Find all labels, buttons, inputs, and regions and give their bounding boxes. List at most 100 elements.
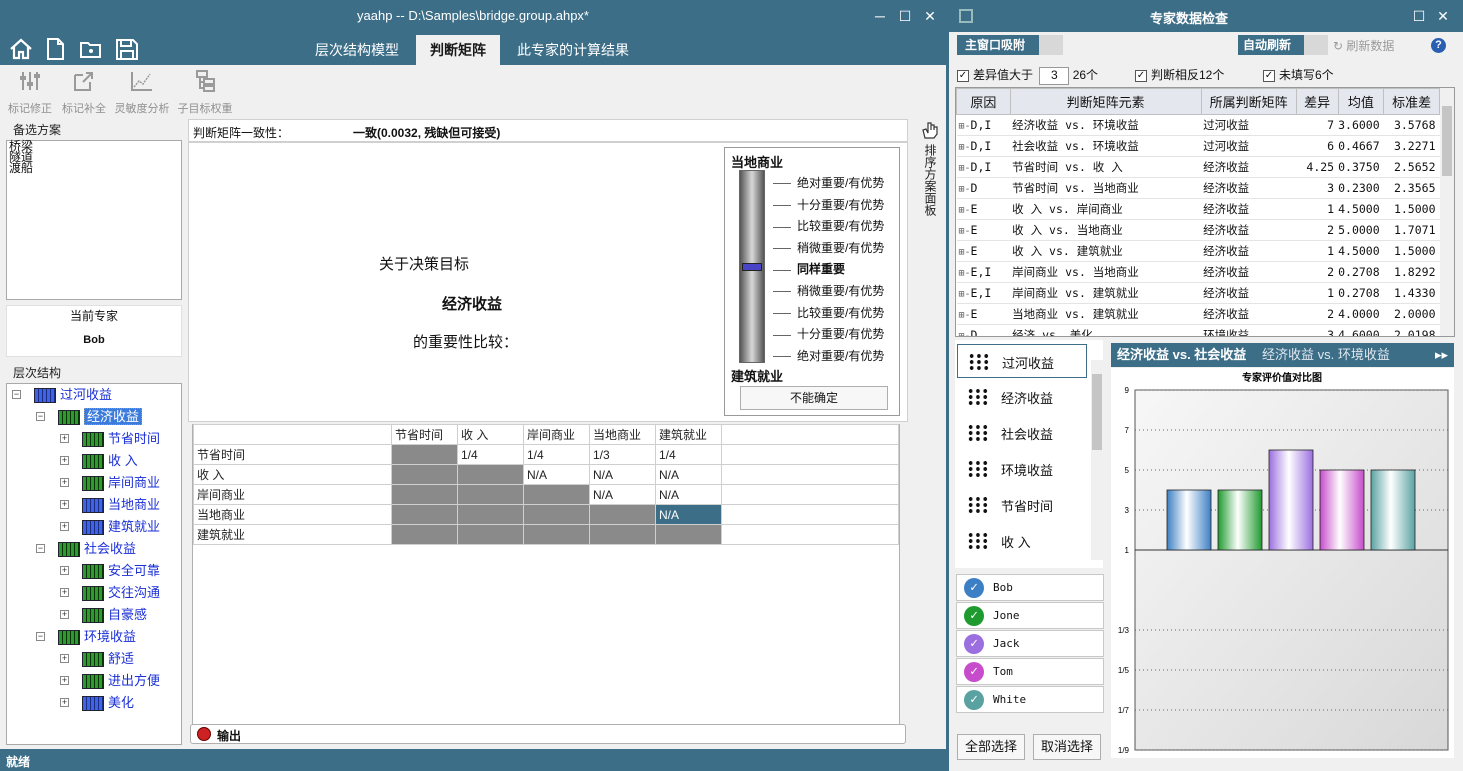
- expert-list-item[interactable]: ✓ Tom: [956, 658, 1104, 685]
- tree-node[interactable]: 环境收益: [58, 626, 136, 648]
- scale-slider-track[interactable]: [739, 170, 765, 363]
- check-table-row[interactable]: ⊞-E,I 岸间商业 vs. 当地商业 经济收益 2 0.2708 1.8292: [956, 261, 1440, 283]
- tree-node[interactable]: 自豪感: [82, 604, 147, 626]
- row-expand-icon[interactable]: ⊞-: [959, 163, 971, 174]
- tree-node[interactable]: 经济收益: [58, 406, 143, 428]
- matrix-cell[interactable]: [655, 524, 722, 545]
- scale-level[interactable]: 十分重要/有优势: [773, 325, 884, 342]
- bar-jack[interactable]: [1268, 449, 1314, 551]
- diff-threshold-stepper[interactable]: 3: [1039, 66, 1070, 85]
- matrix-cell[interactable]: [391, 464, 458, 485]
- alternative-item[interactable]: 隧道: [9, 151, 179, 163]
- expand-toggle-icon[interactable]: +: [60, 522, 69, 531]
- expert-list-item[interactable]: ✓ Jone: [956, 602, 1104, 629]
- alternative-item[interactable]: 桥梁: [9, 140, 179, 152]
- compare-tab-active[interactable]: 经济收益 vs. 社会收益: [1117, 343, 1246, 367]
- scale-level[interactable]: 绝对重要/有优势: [773, 347, 884, 364]
- bar-tom[interactable]: [1319, 469, 1365, 551]
- check-table-row[interactable]: ⊞-D 节省时间 vs. 当地商业 经济收益 3 0.2300 2.3565: [956, 177, 1440, 199]
- check-table-row[interactable]: ⊞-D,I 经济收益 vs. 环境收益 过河收益 7 3.6000 3.5768: [956, 114, 1440, 136]
- maximize-icon[interactable]: ☐: [1409, 6, 1429, 26]
- minimize-icon[interactable]: ─: [870, 6, 890, 26]
- tree-node[interactable]: 安全可靠: [82, 560, 160, 582]
- scale-level[interactable]: 十分重要/有优势: [773, 196, 884, 213]
- check-table-row[interactable]: ⊞-E 收 入 vs. 岸间商业 经济收益 1 4.5000 1.5000: [956, 198, 1440, 220]
- expand-toggle-icon[interactable]: −: [12, 390, 21, 399]
- matrix-cell[interactable]: [523, 504, 590, 525]
- expand-toggle-icon[interactable]: +: [60, 566, 69, 575]
- alternatives-list[interactable]: 桥梁 隧道 渡船: [6, 140, 182, 300]
- tree-node[interactable]: 社会收益: [58, 538, 136, 560]
- matrix-cell[interactable]: N/A: [655, 504, 722, 525]
- auto-refresh-button[interactable]: 自动刷新: [1238, 35, 1328, 55]
- open-folder-icon[interactable]: [78, 37, 104, 61]
- matrix-cell[interactable]: N/A: [589, 484, 656, 505]
- matrix-cell[interactable]: [391, 484, 458, 505]
- expert-list-item[interactable]: ✓ Jack: [956, 630, 1104, 657]
- check-circle-icon[interactable]: ✓: [964, 606, 984, 626]
- expert-list-item[interactable]: ✓ White: [956, 686, 1104, 713]
- home-icon[interactable]: [8, 37, 34, 61]
- opposite-filter-checkbox[interactable]: ✓: [1135, 69, 1147, 82]
- row-expand-icon[interactable]: ⊞-: [959, 310, 971, 321]
- row-expand-icon[interactable]: ⊞-: [959, 142, 971, 153]
- check-table-row[interactable]: ⊞-D,I 节省时间 vs. 收 入经济收益 4.25 0.3750 2.5652: [956, 156, 1440, 178]
- expand-toggle-icon[interactable]: +: [60, 588, 69, 597]
- column-header[interactable]: 均值: [1337, 88, 1385, 115]
- column-header[interactable]: 原因: [956, 88, 1011, 115]
- row-expand-icon[interactable]: ⊞-: [959, 268, 971, 279]
- scale-level[interactable]: 比较重要/有优势: [773, 304, 884, 321]
- tree-node[interactable]: 美化: [82, 692, 134, 714]
- matrix-cell[interactable]: [523, 484, 590, 505]
- tree-node[interactable]: 岸间商业: [82, 472, 160, 494]
- help-icon[interactable]: ?: [1431, 38, 1446, 53]
- check-table-row[interactable]: ⊞-D 经济 vs. 美化 环境收益 3 4.6000 2.0198: [956, 324, 1440, 336]
- check-table-row[interactable]: ⊞-E 收 入 vs. 建筑就业 经济收益 1 4.5000 1.5000: [956, 240, 1440, 262]
- matrix-cell[interactable]: N/A: [589, 464, 656, 485]
- matrix-list-item[interactable]: 节省时间: [957, 488, 1087, 522]
- matrix-list-item[interactable]: 环境收益: [957, 452, 1087, 486]
- check-table-row[interactable]: ⊞-D,I 社会收益 vs. 环境收益 过河收益 6 0.4667 3.2271: [956, 135, 1440, 157]
- matrix-cell[interactable]: [457, 484, 524, 505]
- bar-bob[interactable]: [1166, 489, 1212, 551]
- tree-node[interactable]: 收 入: [82, 450, 138, 472]
- tab-hierarchy-model[interactable]: 层次结构模型: [300, 35, 414, 65]
- matrix-cell[interactable]: 1/4: [523, 444, 590, 465]
- output-bar[interactable]: 输出: [190, 724, 906, 744]
- matrix-cell[interactable]: [589, 504, 656, 525]
- matrix-cell[interactable]: [457, 464, 524, 485]
- bar-jone[interactable]: [1217, 489, 1263, 551]
- mark-correct-button[interactable]: 标记修正: [4, 67, 56, 115]
- expand-toggle-icon[interactable]: +: [60, 676, 69, 685]
- expand-toggle-icon[interactable]: −: [36, 544, 45, 553]
- row-expand-icon[interactable]: ⊞-: [959, 247, 971, 258]
- matrix-cell[interactable]: [589, 524, 656, 545]
- tree-node[interactable]: 进出方便: [82, 670, 160, 692]
- matrix-list-item[interactable]: 收 入: [957, 524, 1087, 558]
- check-table-row[interactable]: ⊞-E,I 岸间商业 vs. 建筑就业 经济收益 1 0.2708 1.4330: [956, 282, 1440, 304]
- save-icon[interactable]: [114, 37, 140, 61]
- scale-level[interactable]: 同样重要: [773, 260, 845, 277]
- row-expand-icon[interactable]: ⊞-: [959, 205, 971, 216]
- tree-node[interactable]: 节省时间: [82, 428, 160, 450]
- matrix-cell[interactable]: [391, 524, 458, 545]
- scale-level[interactable]: 比较重要/有优势: [773, 217, 884, 234]
- check-circle-icon[interactable]: ✓: [964, 662, 984, 682]
- row-expand-icon[interactable]: ⊞-: [959, 184, 971, 195]
- maximize-icon[interactable]: ☐: [895, 6, 915, 26]
- scale-level[interactable]: 稍微重要/有优势: [773, 282, 884, 299]
- tree-node[interactable]: 建筑就业: [82, 516, 160, 538]
- matrix-cell[interactable]: N/A: [655, 484, 722, 505]
- expand-toggle-icon[interactable]: −: [36, 412, 45, 421]
- close-icon[interactable]: ✕: [920, 6, 940, 26]
- expand-toggle-icon[interactable]: +: [60, 610, 69, 619]
- matrix-list-item[interactable]: 经济收益: [957, 380, 1087, 414]
- matrix-cell[interactable]: 1/4: [655, 444, 722, 465]
- column-header[interactable]: 所属判断矩阵: [1200, 88, 1297, 115]
- matrix-cell[interactable]: N/A: [523, 464, 590, 485]
- tree-node[interactable]: 当地商业: [82, 494, 160, 516]
- bar-white[interactable]: [1370, 469, 1416, 551]
- matrix-list-item[interactable]: 社会收益: [957, 416, 1087, 450]
- matrix-cell[interactable]: [457, 504, 524, 525]
- column-header[interactable]: 判断矩阵元素: [1009, 88, 1202, 115]
